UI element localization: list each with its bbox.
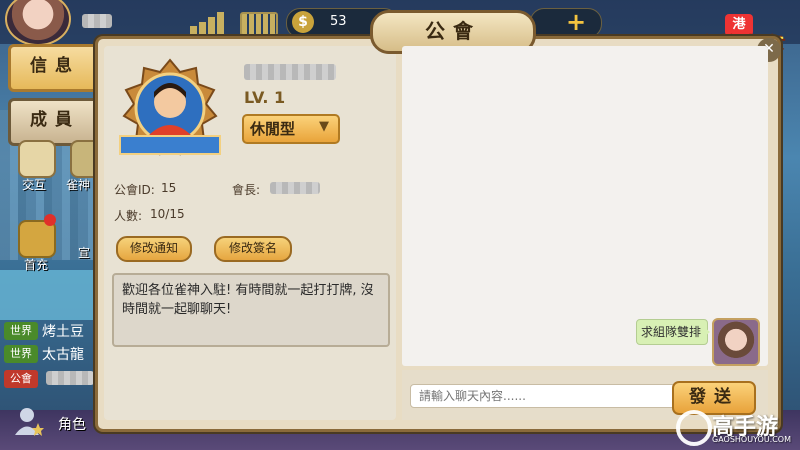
guild-chat-panel[interactable] (402, 46, 768, 366)
coin-value: 53 (330, 14, 347, 29)
battery-icon (240, 12, 278, 36)
chat-text: 烤土豆 (42, 323, 84, 340)
chat-channel-tag: 世界 (4, 321, 38, 340)
guild-members-value: 10/15 (150, 207, 185, 221)
coin-icon: $ (292, 11, 314, 33)
edit-notice-button[interactable]: 修改通知 (116, 236, 192, 262)
user-star-icon[interactable] (14, 406, 44, 436)
signal-icon (190, 12, 224, 34)
notification-dot (44, 214, 56, 226)
background-river (0, 270, 110, 320)
chat-bubble-icon[interactable] (18, 140, 56, 178)
world-chat-row[interactable]: 世界 太古龍 (4, 343, 84, 363)
chat-text-blurred (46, 371, 94, 385)
edit-signature-button[interactable]: 修改簽名 (214, 236, 292, 262)
sidebar-label-xuan: 宣 (78, 246, 91, 260)
guild-name-blurred (244, 64, 336, 80)
chat-input[interactable] (410, 384, 676, 408)
world-chat-row[interactable]: 公會 (4, 368, 42, 388)
guild-leader-label: 會長: (232, 183, 261, 197)
player-name-blurred (82, 14, 112, 28)
modal-title: 公會 (425, 19, 481, 43)
tab-info[interactable]: 信息 (8, 44, 102, 92)
guild-type-label: 休閒型 (250, 120, 296, 138)
chevron-down-icon: ▼ (319, 119, 329, 134)
chat-sender-avatar[interactable] (712, 318, 760, 366)
guild-id-value: 15 (161, 181, 177, 195)
sidebar-label-queshen: 雀神 (66, 178, 91, 192)
guild-badge-icon (119, 58, 221, 156)
guild-level: LV. 1 (244, 88, 286, 107)
sidebar-label-interact: 交互 (22, 178, 47, 192)
guild-id-label: 公會ID: (114, 183, 155, 197)
role-label: 角色 (58, 417, 86, 433)
chat-channel-tag: 公會 (4, 369, 38, 388)
chat-channel-tag: 世界 (4, 344, 38, 363)
sidebar-label-firstcharge: 首充 (24, 258, 49, 272)
watermark-logo-icon (676, 410, 712, 446)
world-chat-row[interactable]: 世界 烤土豆 (4, 320, 84, 340)
guild-notice-text: 歡迎各位雀神入駐! 有時間就一起打打牌, 沒時間就一起聊聊天! (122, 283, 374, 317)
guild-members-label: 人數: (114, 209, 143, 223)
watermark-url: GAOSHOUYOU.COM (712, 435, 792, 444)
chat-text: 太古龍 (42, 346, 84, 363)
tab-members[interactable]: 成員 (8, 98, 102, 146)
add-currency-button[interactable]: + (566, 9, 586, 35)
chat-message-text: 求組隊雙排 (640, 325, 701, 339)
guild-leader-blurred (270, 182, 320, 194)
